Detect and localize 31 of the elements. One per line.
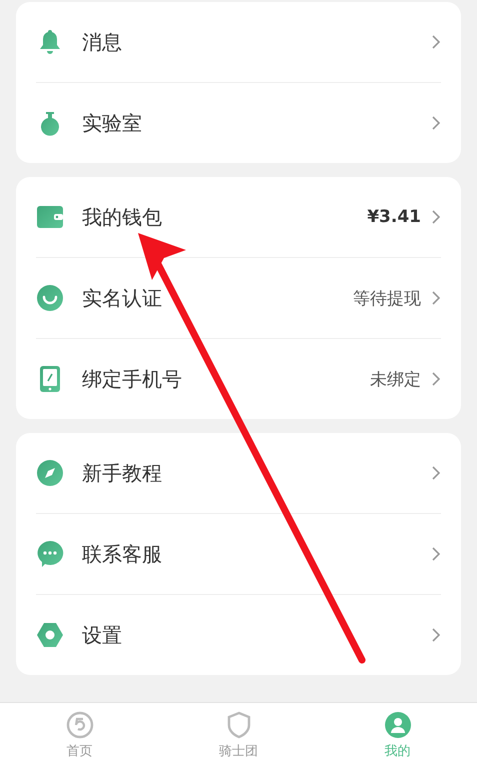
person-icon	[382, 710, 412, 740]
status-text: 未绑定	[370, 368, 421, 390]
chevron-icon	[431, 465, 441, 481]
menu-item[interactable]: 新手教程	[36, 433, 441, 514]
chevron-icon	[431, 209, 441, 225]
menu-label: 实名认证	[82, 284, 163, 312]
menu-label: 实验室	[82, 110, 143, 136]
menu-item[interactable]: 设置	[36, 595, 441, 675]
menu-item[interactable]: 联系客服	[36, 514, 441, 595]
chevron-icon	[431, 371, 441, 387]
menu-label: 新手教程	[82, 460, 163, 486]
hexagon-icon	[36, 621, 64, 649]
menu-label: 设置	[82, 622, 123, 648]
chevron-icon	[431, 627, 441, 643]
menu-label: 联系客服	[82, 540, 163, 568]
chevron-icon	[431, 34, 441, 50]
smiley-icon	[36, 284, 64, 312]
wallet-icon	[36, 203, 64, 231]
menu-label: 绑定手机号	[82, 366, 183, 392]
compass-icon	[36, 459, 64, 487]
chevron-icon	[431, 290, 441, 306]
menu-label: 我的钱包	[82, 204, 163, 230]
menu-item[interactable]: 实验室	[36, 83, 441, 163]
chevron-icon	[431, 115, 441, 131]
chevron-icon	[431, 546, 441, 562]
menu-label: 消息	[82, 28, 123, 56]
status-text: 等待提现	[353, 288, 421, 310]
menu-item[interactable]: 绑定手机号 未绑定	[36, 339, 441, 419]
chat-icon	[36, 540, 64, 568]
menu-item[interactable]: 消息	[36, 2, 441, 83]
balance-amount: ¥3.41	[367, 207, 421, 227]
